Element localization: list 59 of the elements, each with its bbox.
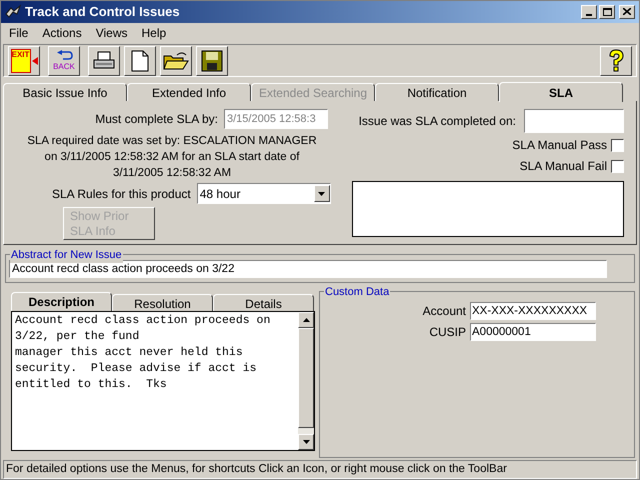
minimize-icon [586,14,592,16]
status-bar: For detailed options use the Menus, for shortcuts Click an Icon, or right mouse click on the ToolBar [3,460,637,479]
page-icon [131,50,149,72]
open-button[interactable] [160,46,192,76]
scroll-thumb[interactable] [298,328,314,428]
checkbox[interactable] [611,160,624,173]
rules-dropdown[interactable]: 48 hour [196,183,331,204]
tab[interactable]: SLA [499,82,623,102]
field-label: Issue was SLA completed on: [358,113,516,130]
menu-item[interactable]: Help [142,24,166,42]
checkbox-label: SLA Manual Pass [512,137,607,154]
field-label: SLA Rules for this product [52,186,191,203]
close-button[interactable] [619,4,635,19]
printer-icon [92,50,116,70]
abstract-field[interactable]: Account recd class action proceeds on 3/22 [9,260,607,278]
exit-sign-icon: EXIT [10,48,30,72]
sla-message: SLA required date was set by: ESCALATION MANAGER on 3/11/2005 12:58:32 AM for an SLA start date of 3/11/2005 12:58:32 AM [26,134,318,182]
scrollbar[interactable] [298,312,314,450]
exit-button[interactable]: EXIT [8,46,40,76]
menu-item[interactable]: File [9,24,28,42]
scroll-up-button[interactable] [298,312,314,328]
menu-item[interactable]: Actions [42,24,82,42]
window-title: Track and Control Issues [25,3,181,22]
tab[interactable]: Description [11,292,112,312]
help-button[interactable] [600,46,632,76]
tab[interactable]: Extended Info [127,83,251,102]
app-icon [5,4,21,20]
back-label: BACK [53,62,75,71]
menu-item[interactable]: Views [96,24,128,42]
save-button[interactable] [196,46,228,76]
tab[interactable]: Notification [375,83,499,102]
scroll-down-button[interactable] [298,434,314,450]
down-arrow-icon [302,440,310,444]
arrow-icon [32,56,38,64]
maximize-button[interactable] [599,4,615,19]
tab[interactable]: Details [213,294,314,312]
new-document-button[interactable] [124,46,156,76]
caret-icon [318,192,326,196]
notes-field[interactable] [352,181,624,238]
field-label: CUSIP [429,324,466,342]
tab[interactable]: Resolution [112,294,213,312]
question-mark-icon [607,48,625,72]
checkbox-label: SLA Manual Fail [520,158,607,176]
field-label: Must complete SLA by: [95,111,218,128]
back-button[interactable]: BACK [48,46,80,76]
print-button[interactable] [88,46,120,76]
dropdown-button[interactable] [314,185,330,202]
completed-date-field[interactable] [524,109,624,134]
up-arrow-icon [302,318,310,322]
text-field[interactable]: XX-XXX-XXXXXXXXX [470,302,596,320]
field-label: Account [422,303,466,320]
tab[interactable]: Basic Issue Info [3,83,127,102]
back-arrow-icon [55,50,73,62]
minimize-button[interactable] [581,4,597,19]
checkbox[interactable] [611,138,624,152]
maximize-icon [602,8,612,16]
text-field[interactable]: A00000001 [470,323,596,342]
close-icon [623,8,631,16]
folder-icon [163,50,189,70]
